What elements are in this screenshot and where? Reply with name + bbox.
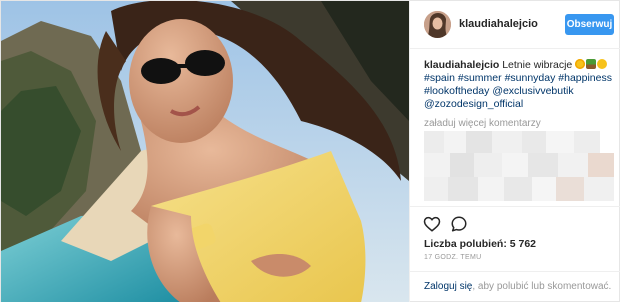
avatar[interactable] [424,11,451,38]
caption-text: Letnie wibracje [502,59,573,71]
mention-link[interactable]: @exclusivvebutik [492,85,573,97]
hashtag-link[interactable]: #happiness [558,72,612,84]
post-actions [410,206,620,236]
palm-tree-emoji-icon [586,59,597,69]
post-photo[interactable] [1,1,409,302]
post-side-panel: klaudiahalejcio Obserwuj klaudiahalejcio… [409,1,620,302]
login-footer: Zaloguj się, aby polubić lub skomentować… [410,271,620,302]
photo-illustration [1,1,409,302]
caption-username[interactable]: klaudiahalejcio [424,59,499,71]
post-header: klaudiahalejcio Obserwuj [410,1,620,49]
caption: klaudiahalejcio Letnie wibracje #spain #… [424,59,616,111]
hashtag-link[interactable]: #spain [424,72,455,84]
sun-emoji-icon [575,59,586,69]
username-link[interactable]: klaudiahalejcio [459,18,538,30]
follow-button[interactable]: Obserwuj [565,14,614,35]
post-timestamp[interactable]: 17 GODZ. TEMU [424,254,481,261]
hashtag-link[interactable]: #summer [458,72,502,84]
load-more-comments-link[interactable]: załaduj więcej komentarzy [424,118,541,129]
likes-count[interactable]: Liczba polubień: 5 762 [424,238,536,250]
login-link[interactable]: Zaloguj się [424,281,472,292]
login-prompt: Zaloguj się, aby polubić lub skomentować… [424,281,611,292]
heart-icon[interactable] [423,215,441,233]
instagram-post: klaudiahalejcio Obserwuj klaudiahalejcio… [0,0,620,302]
login-prompt-text: , aby polubić lub skomentować. [472,281,612,292]
hashtag-link[interactable]: #sunnyday [505,72,556,84]
comment-icon[interactable] [450,215,468,233]
smile-emoji-icon [597,59,608,69]
blurred-comments [424,131,618,204]
mention-link[interactable]: @zozodesign_official [424,98,523,110]
hashtag-link[interactable]: #lookoftheday [424,85,489,97]
